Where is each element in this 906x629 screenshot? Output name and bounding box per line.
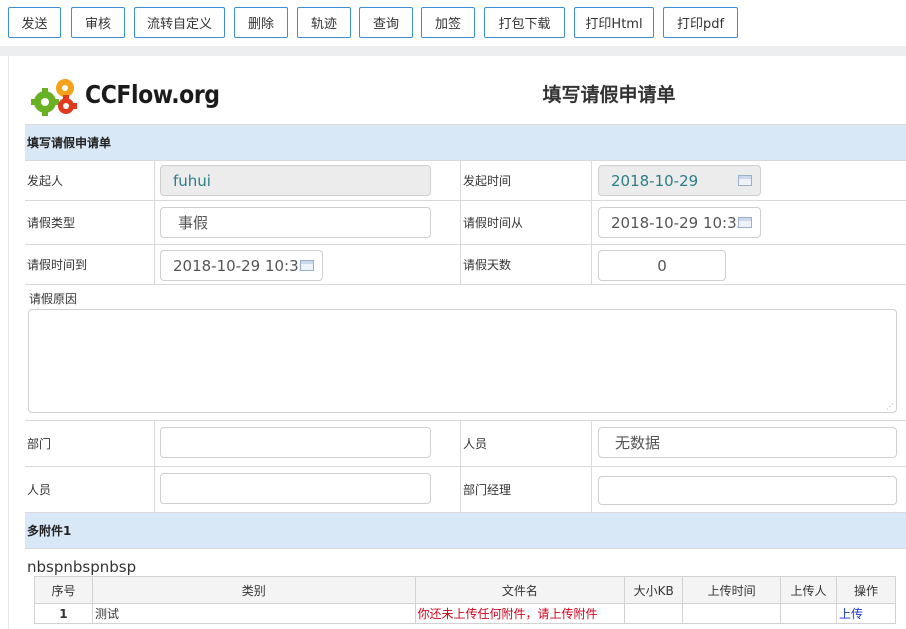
person2-label: 人员 bbox=[27, 483, 52, 497]
row-size bbox=[624, 603, 684, 624]
leave-type-label: 请假类型 bbox=[27, 216, 76, 230]
row-uploader bbox=[780, 603, 838, 624]
section-attach-title: 多附件1 bbox=[27, 524, 72, 538]
row-leave-to: 请假时间到 2018-10-29 10:33 请假天数 0 bbox=[25, 245, 906, 285]
manager-label: 部门经理 bbox=[463, 483, 512, 497]
table-row: 1 测试 你还未上传任何附件，请上传附件 上传 bbox=[34, 603, 896, 624]
calendar-icon[interactable] bbox=[738, 175, 752, 186]
leave-type-field[interactable]: 事假 bbox=[160, 207, 431, 238]
leave-to-label: 请假时间到 bbox=[27, 258, 88, 272]
attachment-table: 序号 类别 文件名 大小KB 上传时间 上传人 操作 1 测试 你还未上传任何附… bbox=[34, 576, 896, 624]
calendar-icon[interactable] bbox=[738, 217, 752, 228]
row-index: 1 bbox=[34, 603, 93, 624]
col-uploader: 上传人 bbox=[780, 576, 838, 604]
col-index: 序号 bbox=[34, 576, 93, 604]
row-leave-type: 请假类型 事假 请假时间从 2018-10-29 10:33 bbox=[25, 201, 906, 245]
person-field[interactable]: 无数据 bbox=[598, 427, 897, 458]
reason-textarea[interactable]: ⋰ bbox=[28, 309, 897, 413]
leave-from-field[interactable]: 2018-10-29 10:33 bbox=[598, 207, 761, 238]
start-time-field[interactable]: 2018-10-29 bbox=[598, 165, 761, 196]
row-filename: 你还未上传任何附件，请上传附件 bbox=[414, 603, 626, 624]
row-reason: 请假原因 ⋰ bbox=[25, 285, 906, 421]
row-upload-time bbox=[682, 603, 782, 624]
col-category: 类别 bbox=[91, 576, 416, 604]
col-action: 操作 bbox=[836, 576, 896, 604]
section-header-main: 填写请假申请单 bbox=[25, 125, 906, 161]
calendar-icon[interactable] bbox=[300, 260, 314, 271]
resize-grip-icon[interactable]: ⋰ bbox=[886, 403, 894, 411]
section-header-attach: 多附件1 bbox=[25, 513, 906, 549]
row-initiator: 发起人 fuhui 发起时间 2018-10-29 bbox=[25, 161, 906, 201]
leave-from-label: 请假时间从 bbox=[463, 216, 524, 230]
row-category: 测试 bbox=[91, 603, 416, 624]
person2-field[interactable] bbox=[160, 473, 431, 504]
person-label: 人员 bbox=[463, 437, 488, 451]
manager-field[interactable] bbox=[598, 476, 897, 505]
reason-label: 请假原因 bbox=[29, 292, 78, 306]
attachment-title: nbspnbspnbsp bbox=[27, 558, 137, 576]
leave-to-field[interactable]: 2018-10-29 10:33 bbox=[160, 250, 323, 281]
row-person2: 人员 部门经理 bbox=[25, 467, 906, 513]
section-title: 填写请假申请单 bbox=[27, 136, 112, 150]
col-upload-time: 上传时间 bbox=[682, 576, 782, 604]
col-filename: 文件名 bbox=[414, 576, 626, 604]
dept-field[interactable] bbox=[160, 427, 431, 458]
initiator-label: 发起人 bbox=[27, 174, 64, 188]
dept-label: 部门 bbox=[27, 437, 52, 451]
leave-days-field[interactable]: 0 bbox=[598, 250, 726, 281]
col-size: 大小KB bbox=[624, 576, 684, 604]
upload-link[interactable]: 上传 bbox=[836, 603, 896, 624]
start-time-label: 发起时间 bbox=[463, 174, 512, 188]
row-dept: 部门 人员 无数据 bbox=[25, 421, 906, 467]
leave-days-label: 请假天数 bbox=[463, 258, 512, 272]
